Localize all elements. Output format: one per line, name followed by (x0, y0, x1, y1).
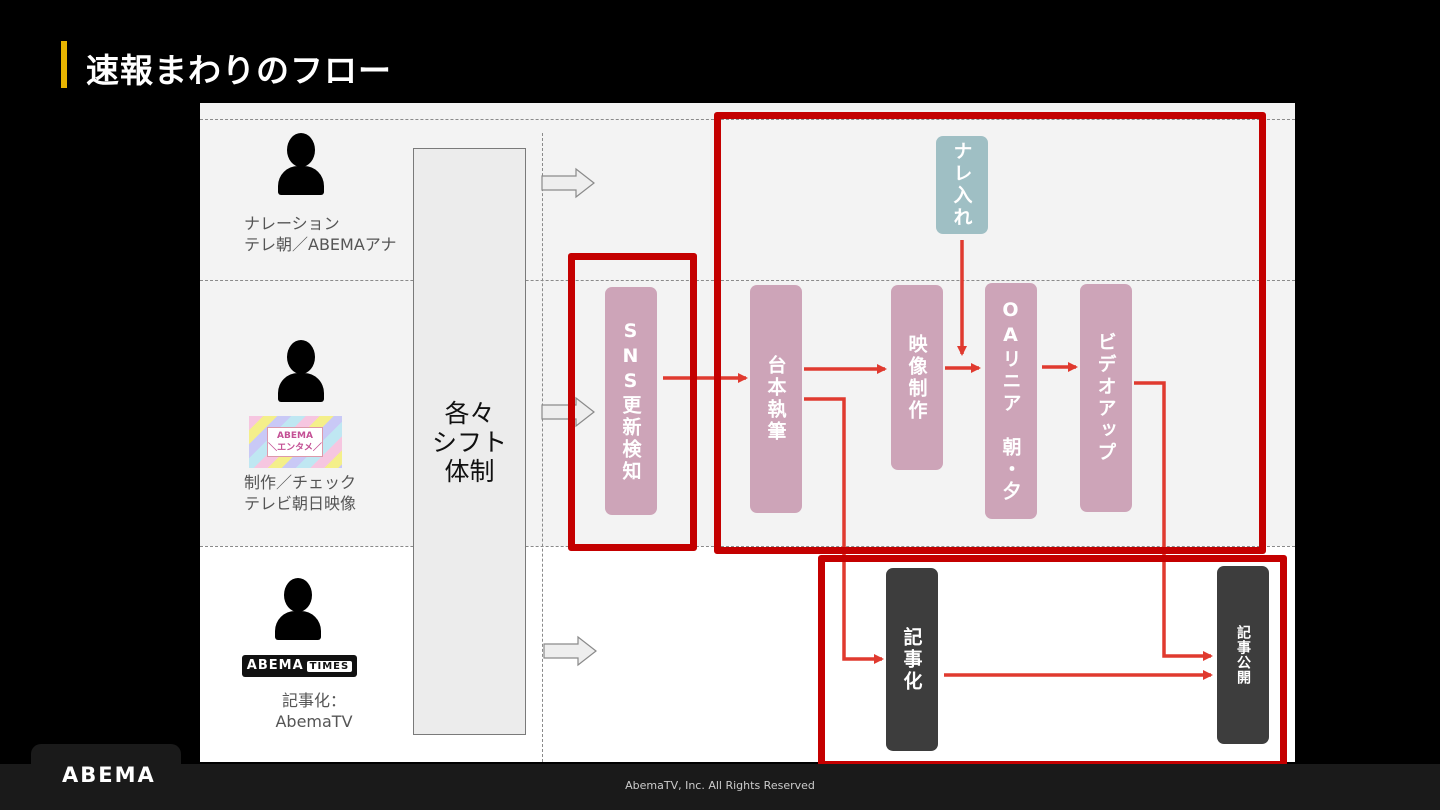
title-accent-bar (61, 41, 67, 88)
highlight-frame-article-flow (818, 555, 1287, 768)
slide-title: 速報まわりのフロー (86, 51, 392, 90)
highlight-frame-video-flow (714, 112, 1266, 554)
highlight-frame-sns (568, 253, 697, 551)
copyright-text: AbemaTV, Inc. All Rights Reserved (625, 779, 815, 792)
